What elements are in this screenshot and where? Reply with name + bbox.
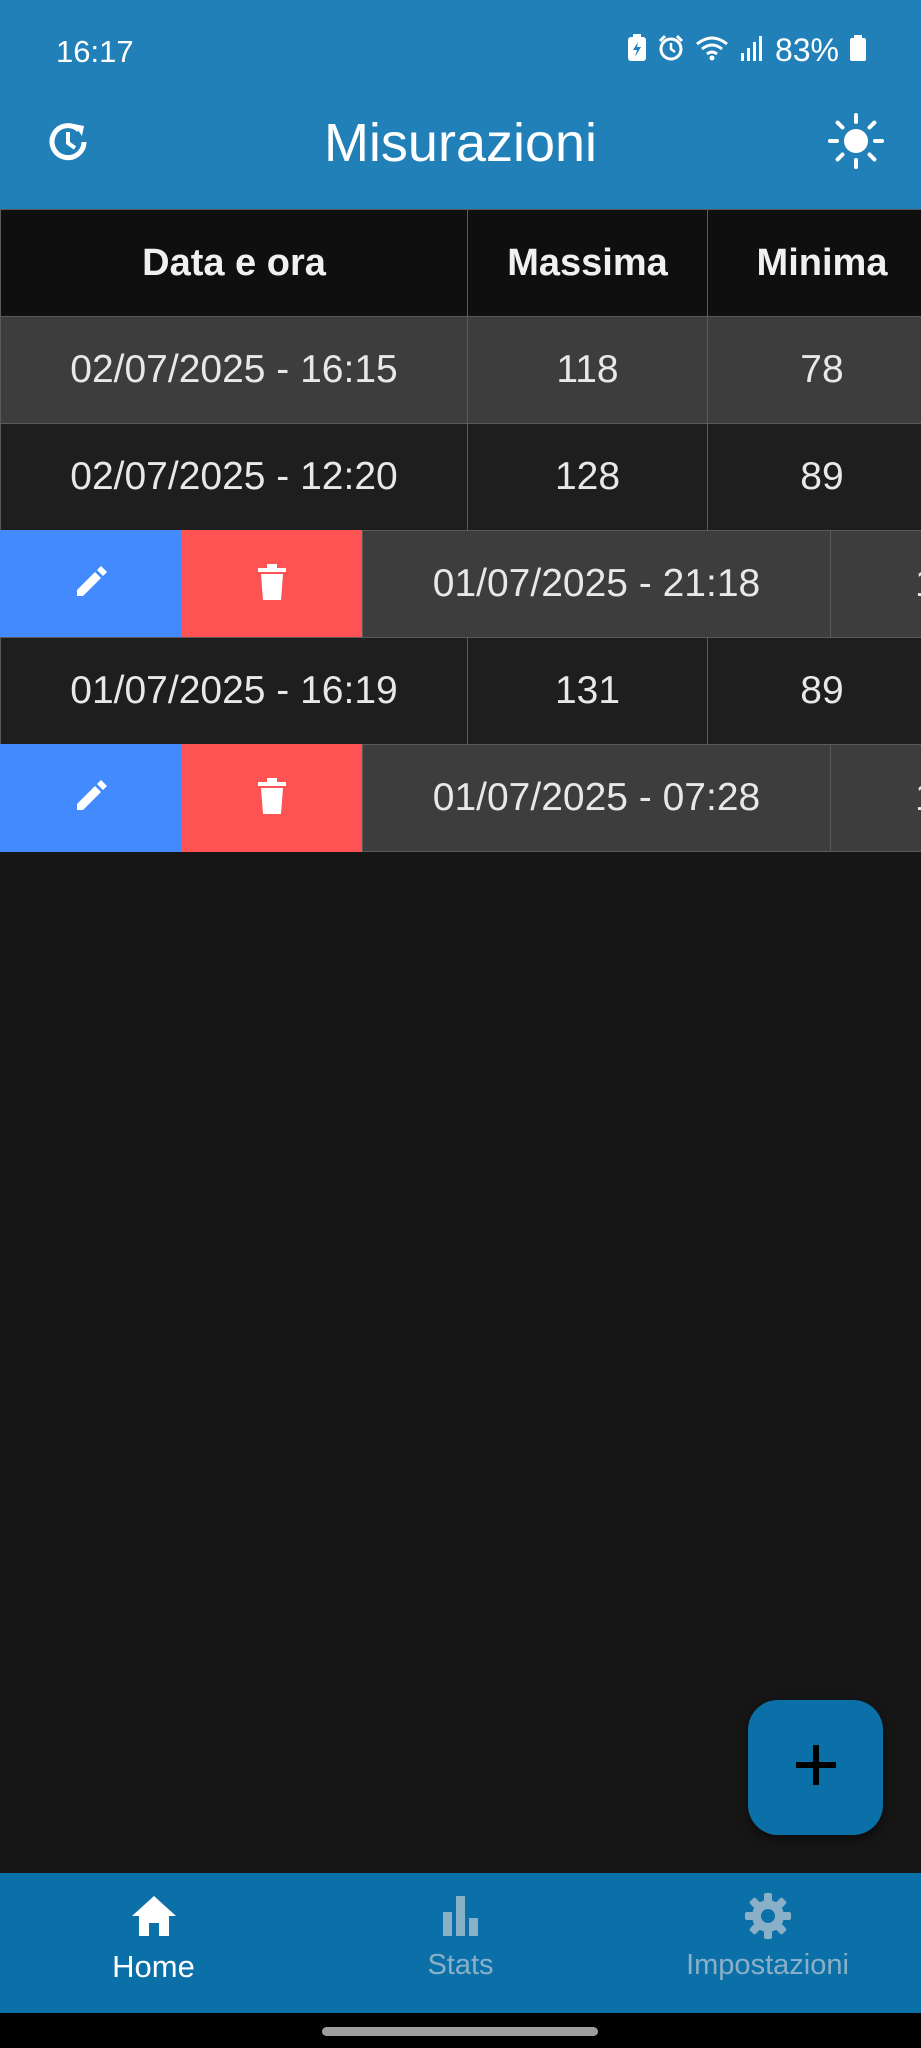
cell-datetime: 01/07/2025 - 16:19 bbox=[0, 637, 468, 745]
cell-max: 1 bbox=[830, 530, 921, 638]
status-bar: 16:17 83% bbox=[0, 0, 921, 104]
trash-icon bbox=[255, 562, 289, 607]
cell-max: 128 bbox=[467, 423, 708, 531]
edit-button[interactable] bbox=[0, 744, 181, 852]
battery-percent: 83% bbox=[774, 32, 839, 68]
table-row[interactable]: 01/07/2025 - 16:19 131 89 bbox=[0, 637, 921, 745]
nav-item-settings[interactable]: Impostazioni bbox=[614, 1873, 921, 2013]
cell-max: 1 bbox=[830, 744, 921, 852]
nav-label-stats: Stats bbox=[427, 1949, 494, 1981]
edit-icon bbox=[71, 562, 111, 607]
bottom-navigation: Home Stats Impostazioni bbox=[0, 1873, 921, 2013]
cell-datetime: 02/07/2025 - 16:15 bbox=[0, 316, 468, 424]
signal-icon bbox=[739, 35, 763, 66]
gesture-handle[interactable] bbox=[322, 2027, 598, 2036]
cell-min: 89 bbox=[707, 637, 921, 745]
cell-max: 118 bbox=[467, 316, 708, 424]
cell-min: 78 bbox=[707, 316, 921, 424]
nav-label-settings: Impostazioni bbox=[686, 1949, 849, 1981]
add-icon bbox=[792, 1741, 840, 1794]
app-header: 16:17 83% Misurazioni bbox=[0, 0, 921, 209]
table-row[interactable]: 02/07/2025 - 12:20 128 89 bbox=[0, 423, 921, 531]
table-header: Data e ora Massima Minima bbox=[0, 209, 921, 317]
edit-icon bbox=[71, 776, 111, 821]
cell-min: 89 bbox=[707, 423, 921, 531]
gear-icon bbox=[744, 1892, 792, 1945]
header-min[interactable]: Minima bbox=[707, 209, 921, 317]
status-icons: 83% bbox=[627, 32, 867, 69]
cell-datetime: 01/07/2025 - 21:18 bbox=[362, 530, 831, 638]
header-max[interactable]: Massima bbox=[467, 209, 708, 317]
table-row-swiped[interactable]: 01/07/2025 - 07:28 1 bbox=[0, 744, 921, 852]
nav-item-stats[interactable]: Stats bbox=[307, 1873, 614, 2013]
delete-button[interactable] bbox=[181, 744, 362, 852]
delete-button[interactable] bbox=[181, 530, 362, 638]
cell-max: 131 bbox=[467, 637, 708, 745]
cell-datetime: 01/07/2025 - 07:28 bbox=[362, 744, 831, 852]
add-measurement-button[interactable] bbox=[748, 1700, 883, 1835]
theme-toggle-button[interactable] bbox=[825, 112, 887, 174]
battery-icon bbox=[849, 34, 867, 67]
table-row[interactable]: 02/07/2025 - 16:15 118 78 bbox=[0, 316, 921, 424]
edit-button[interactable] bbox=[0, 530, 181, 638]
bar-chart-icon bbox=[439, 1894, 483, 1943]
home-icon bbox=[130, 1894, 178, 1943]
battery-saver-icon bbox=[627, 34, 647, 67]
nav-item-home[interactable]: Home bbox=[0, 1873, 307, 2013]
header-datetime[interactable]: Data e ora bbox=[0, 209, 468, 317]
status-time: 16:17 bbox=[56, 34, 134, 69]
wifi-icon bbox=[695, 34, 729, 67]
trash-icon bbox=[255, 776, 289, 821]
table-row-swiped[interactable]: 01/07/2025 - 21:18 1 bbox=[0, 530, 921, 638]
brightness-icon bbox=[828, 112, 884, 174]
cell-datetime: 02/07/2025 - 12:20 bbox=[0, 423, 468, 531]
nav-label-home: Home bbox=[112, 1949, 195, 1984]
page-title: Misurazioni bbox=[323, 113, 598, 173]
alarm-icon bbox=[657, 34, 685, 67]
